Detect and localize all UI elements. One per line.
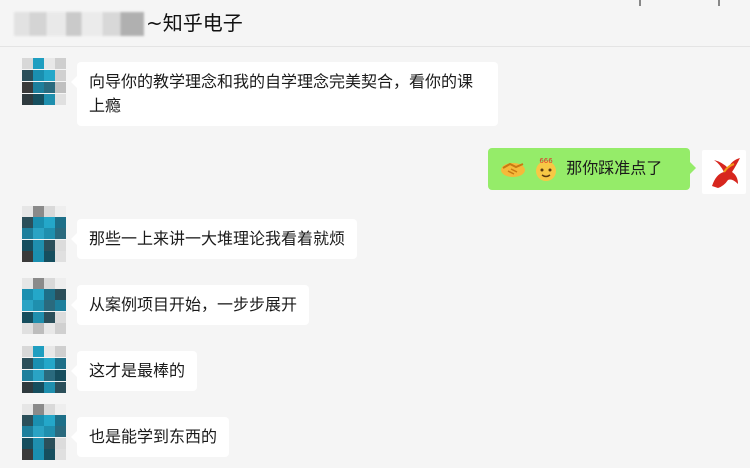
message-bubble[interactable]: 也是能学到东西的	[70, 417, 230, 457]
blurred-avatar-image	[22, 346, 66, 394]
svg-text:666: 666	[539, 157, 553, 165]
message-text: 那你踩准点了	[566, 158, 663, 178]
message-text: 向导你的教学理念和我的自学理念完美契合，看你的课上瘾	[89, 72, 474, 115]
avatar[interactable]	[22, 346, 66, 394]
red-pegasus-logo-icon	[712, 158, 740, 188]
avatar[interactable]	[22, 278, 66, 334]
666-face-icon: 666	[536, 157, 557, 181]
chat-title: ~知乎电子	[146, 11, 243, 35]
message-text: 那些一上来讲一大堆理论我看着就烦	[89, 229, 346, 248]
message-bubble[interactable]: 这才是最棒的	[70, 351, 198, 391]
message-text: 从案例项目开始，一步步展开	[89, 295, 298, 314]
avatar[interactable]	[22, 404, 66, 460]
avatar[interactable]	[22, 206, 66, 262]
blurred-avatar-image	[22, 58, 66, 106]
more-options-icon[interactable]	[713, 0, 725, 6]
message-text: 也是能学到东西的	[89, 427, 218, 446]
avatar[interactable]	[22, 58, 66, 106]
message-bubble-outgoing[interactable]: 666 那你踩准点了	[488, 148, 696, 190]
message-bubble[interactable]: 那些一上来讲一大堆理论我看着就烦	[70, 219, 358, 259]
blurred-contact-name	[14, 12, 144, 36]
blurred-avatar-image	[22, 206, 66, 262]
message-text: 这才是最棒的	[89, 361, 186, 380]
header-action-icon[interactable]	[634, 0, 646, 6]
blurred-avatar-image	[22, 404, 66, 460]
self-avatar[interactable]	[702, 150, 746, 194]
blurred-avatar-image	[22, 278, 66, 334]
chat-header: ~知乎电子	[0, 0, 750, 47]
message-bubble[interactable]: 从案例项目开始，一步步展开	[70, 285, 310, 325]
handshake-icon	[501, 162, 525, 177]
message-bubble[interactable]: 向导你的教学理念和我的自学理念完美契合，看你的课上瘾	[71, 62, 498, 126]
